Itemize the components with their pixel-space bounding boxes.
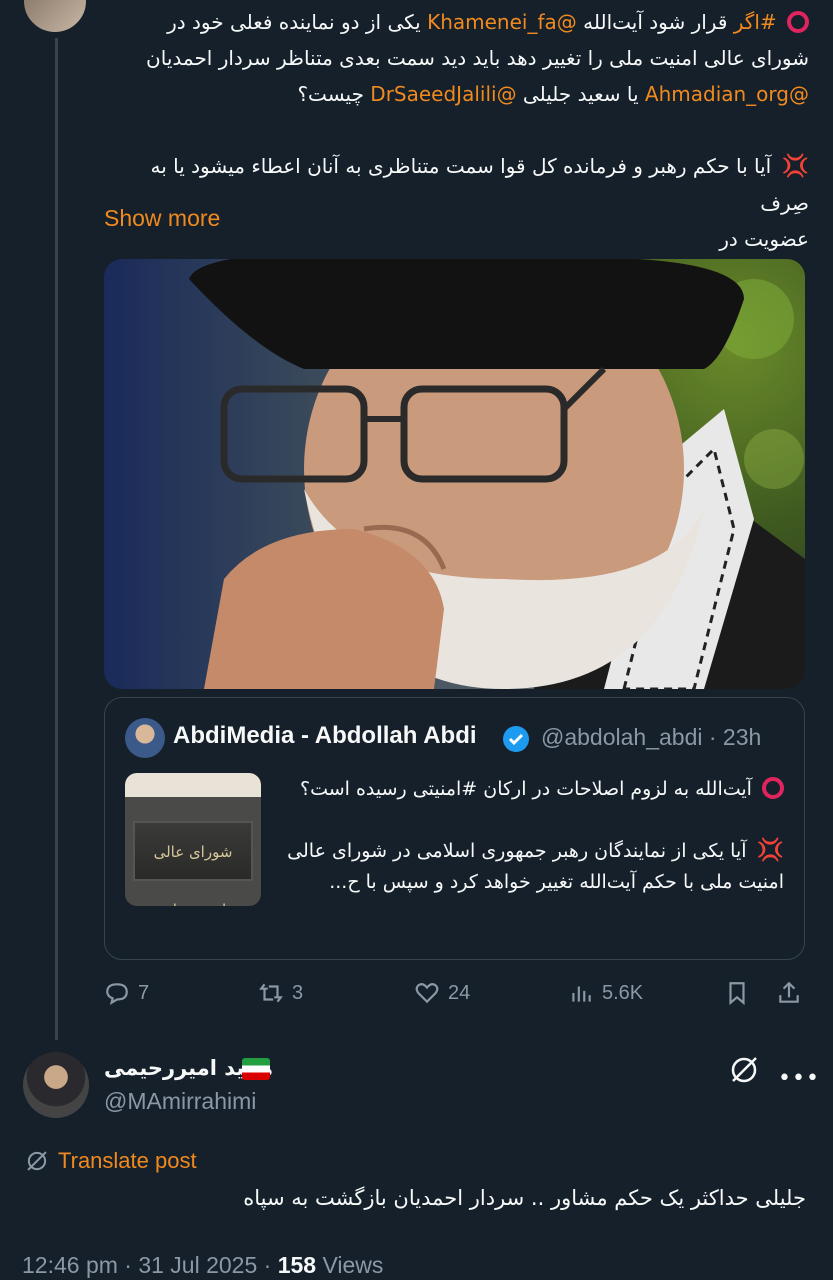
- views-button[interactable]: 5.6K: [568, 980, 643, 1006]
- portrait-illustration: [189, 259, 805, 689]
- reply-icon: [106, 983, 128, 1006]
- avatar[interactable]: [22, 0, 88, 34]
- reply-text: جلیلی حداکثر یک حکم مشاور .. سردار احمدی…: [243, 1186, 806, 1210]
- more-options-icon[interactable]: •••: [778, 1066, 820, 1091]
- mention-link[interactable]: @DrSaeedJalili: [370, 82, 516, 106]
- anger-icon: 💢: [756, 838, 784, 863]
- quoted-text-segment: رسیده است؟: [299, 778, 407, 800]
- iran-flag-icon: [242, 1058, 270, 1080]
- tweet-text-segment: چیست؟: [297, 82, 364, 106]
- thumbnail-plaque: شورای عالی امنیت ملی: [133, 821, 253, 906]
- views-icon: [572, 986, 591, 1002]
- quoted-thumbnail: شورای عالی امنیت ملی: [125, 773, 261, 906]
- tweet-text-segment: قرار شود آیت‌الله: [583, 10, 728, 34]
- heart-icon: [415, 983, 439, 1004]
- quoted-text-segment: آیا یکی از نمایندگان رهبر جمهوری اسلامی …: [287, 840, 784, 893]
- post-views-label: Views: [316, 1252, 384, 1278]
- bookmark-button[interactable]: [724, 980, 750, 1006]
- bookmark-icon: [729, 982, 745, 1006]
- repost-button[interactable]: 3: [258, 980, 303, 1006]
- hashtag-link[interactable]: #اگر: [734, 10, 777, 34]
- post-metadata: 12:46 pm · 31 Jul 2025 · 158 Views: [22, 1252, 383, 1279]
- hashtag-link[interactable]: #امنیتی: [413, 778, 477, 800]
- mention-link[interactable]: @Khamenei_fa: [427, 10, 577, 34]
- mention-link[interactable]: @Ahmadian_org: [645, 82, 809, 106]
- tweet-actions: 7 3 24 5.6K: [104, 980, 805, 1016]
- quoted-text-segment: آیت‌الله به لزوم اصلاحات در ارکان: [483, 778, 752, 800]
- translate-post-link[interactable]: Translate post: [24, 1148, 197, 1174]
- avatar[interactable]: [125, 718, 165, 758]
- share-button[interactable]: [776, 980, 802, 1006]
- thread-line: [55, 38, 58, 1040]
- tweet-text-segment: یکی از دو نماینده فعلی خود در: [167, 10, 421, 34]
- reply-button[interactable]: 7: [104, 980, 149, 1006]
- share-icon: [779, 981, 799, 1003]
- tweet-photo[interactable]: [104, 259, 805, 689]
- like-button[interactable]: 24: [414, 980, 470, 1006]
- grok-icon[interactable]: [728, 1054, 760, 1086]
- translate-label: Translate post: [58, 1148, 197, 1173]
- red-circle-icon: [787, 11, 809, 33]
- post-timestamp[interactable]: 12:46 pm · 31 Jul 2025 ·: [22, 1252, 278, 1278]
- repost-count: 3: [292, 981, 304, 1004]
- tweet-text-segment: آیا با حکم رهبر و فرمانده کل قوا سمت متن…: [150, 154, 809, 215]
- quoted-tweet-card[interactable]: AbdiMedia - Abdollah Abdi @abdolah_abdi …: [104, 697, 805, 960]
- quoted-author-name[interactable]: AbdiMedia - Abdollah Abdi: [173, 722, 477, 750]
- tweet-text-line: شورای عالی امنیت ملی را تغییر دهد باید د…: [146, 46, 809, 70]
- anger-icon: 💢: [781, 154, 809, 179]
- avatar[interactable]: [23, 1052, 89, 1118]
- tweet-text-segment: یا سعید جلیلی: [522, 82, 639, 106]
- reply-author-handle[interactable]: @MAmirrahimi: [104, 1088, 256, 1115]
- show-more-link[interactable]: Show more: [104, 205, 220, 232]
- repost-icon: [259, 983, 283, 1003]
- reply-count: 7: [138, 981, 150, 1004]
- grok-icon: [27, 1151, 47, 1171]
- verified-badge-icon: [503, 726, 529, 752]
- views-count: 5.6K: [602, 981, 644, 1004]
- like-count: 24: [448, 981, 471, 1004]
- post-views-count: 158: [277, 1252, 317, 1278]
- quoted-text: آیت‌الله به لزوم اصلاحات در ارکان #امنیت…: [275, 774, 784, 898]
- red-circle-icon: [762, 777, 784, 799]
- quoted-handle-time: @abdolah_abdi · 23h: [541, 724, 762, 750]
